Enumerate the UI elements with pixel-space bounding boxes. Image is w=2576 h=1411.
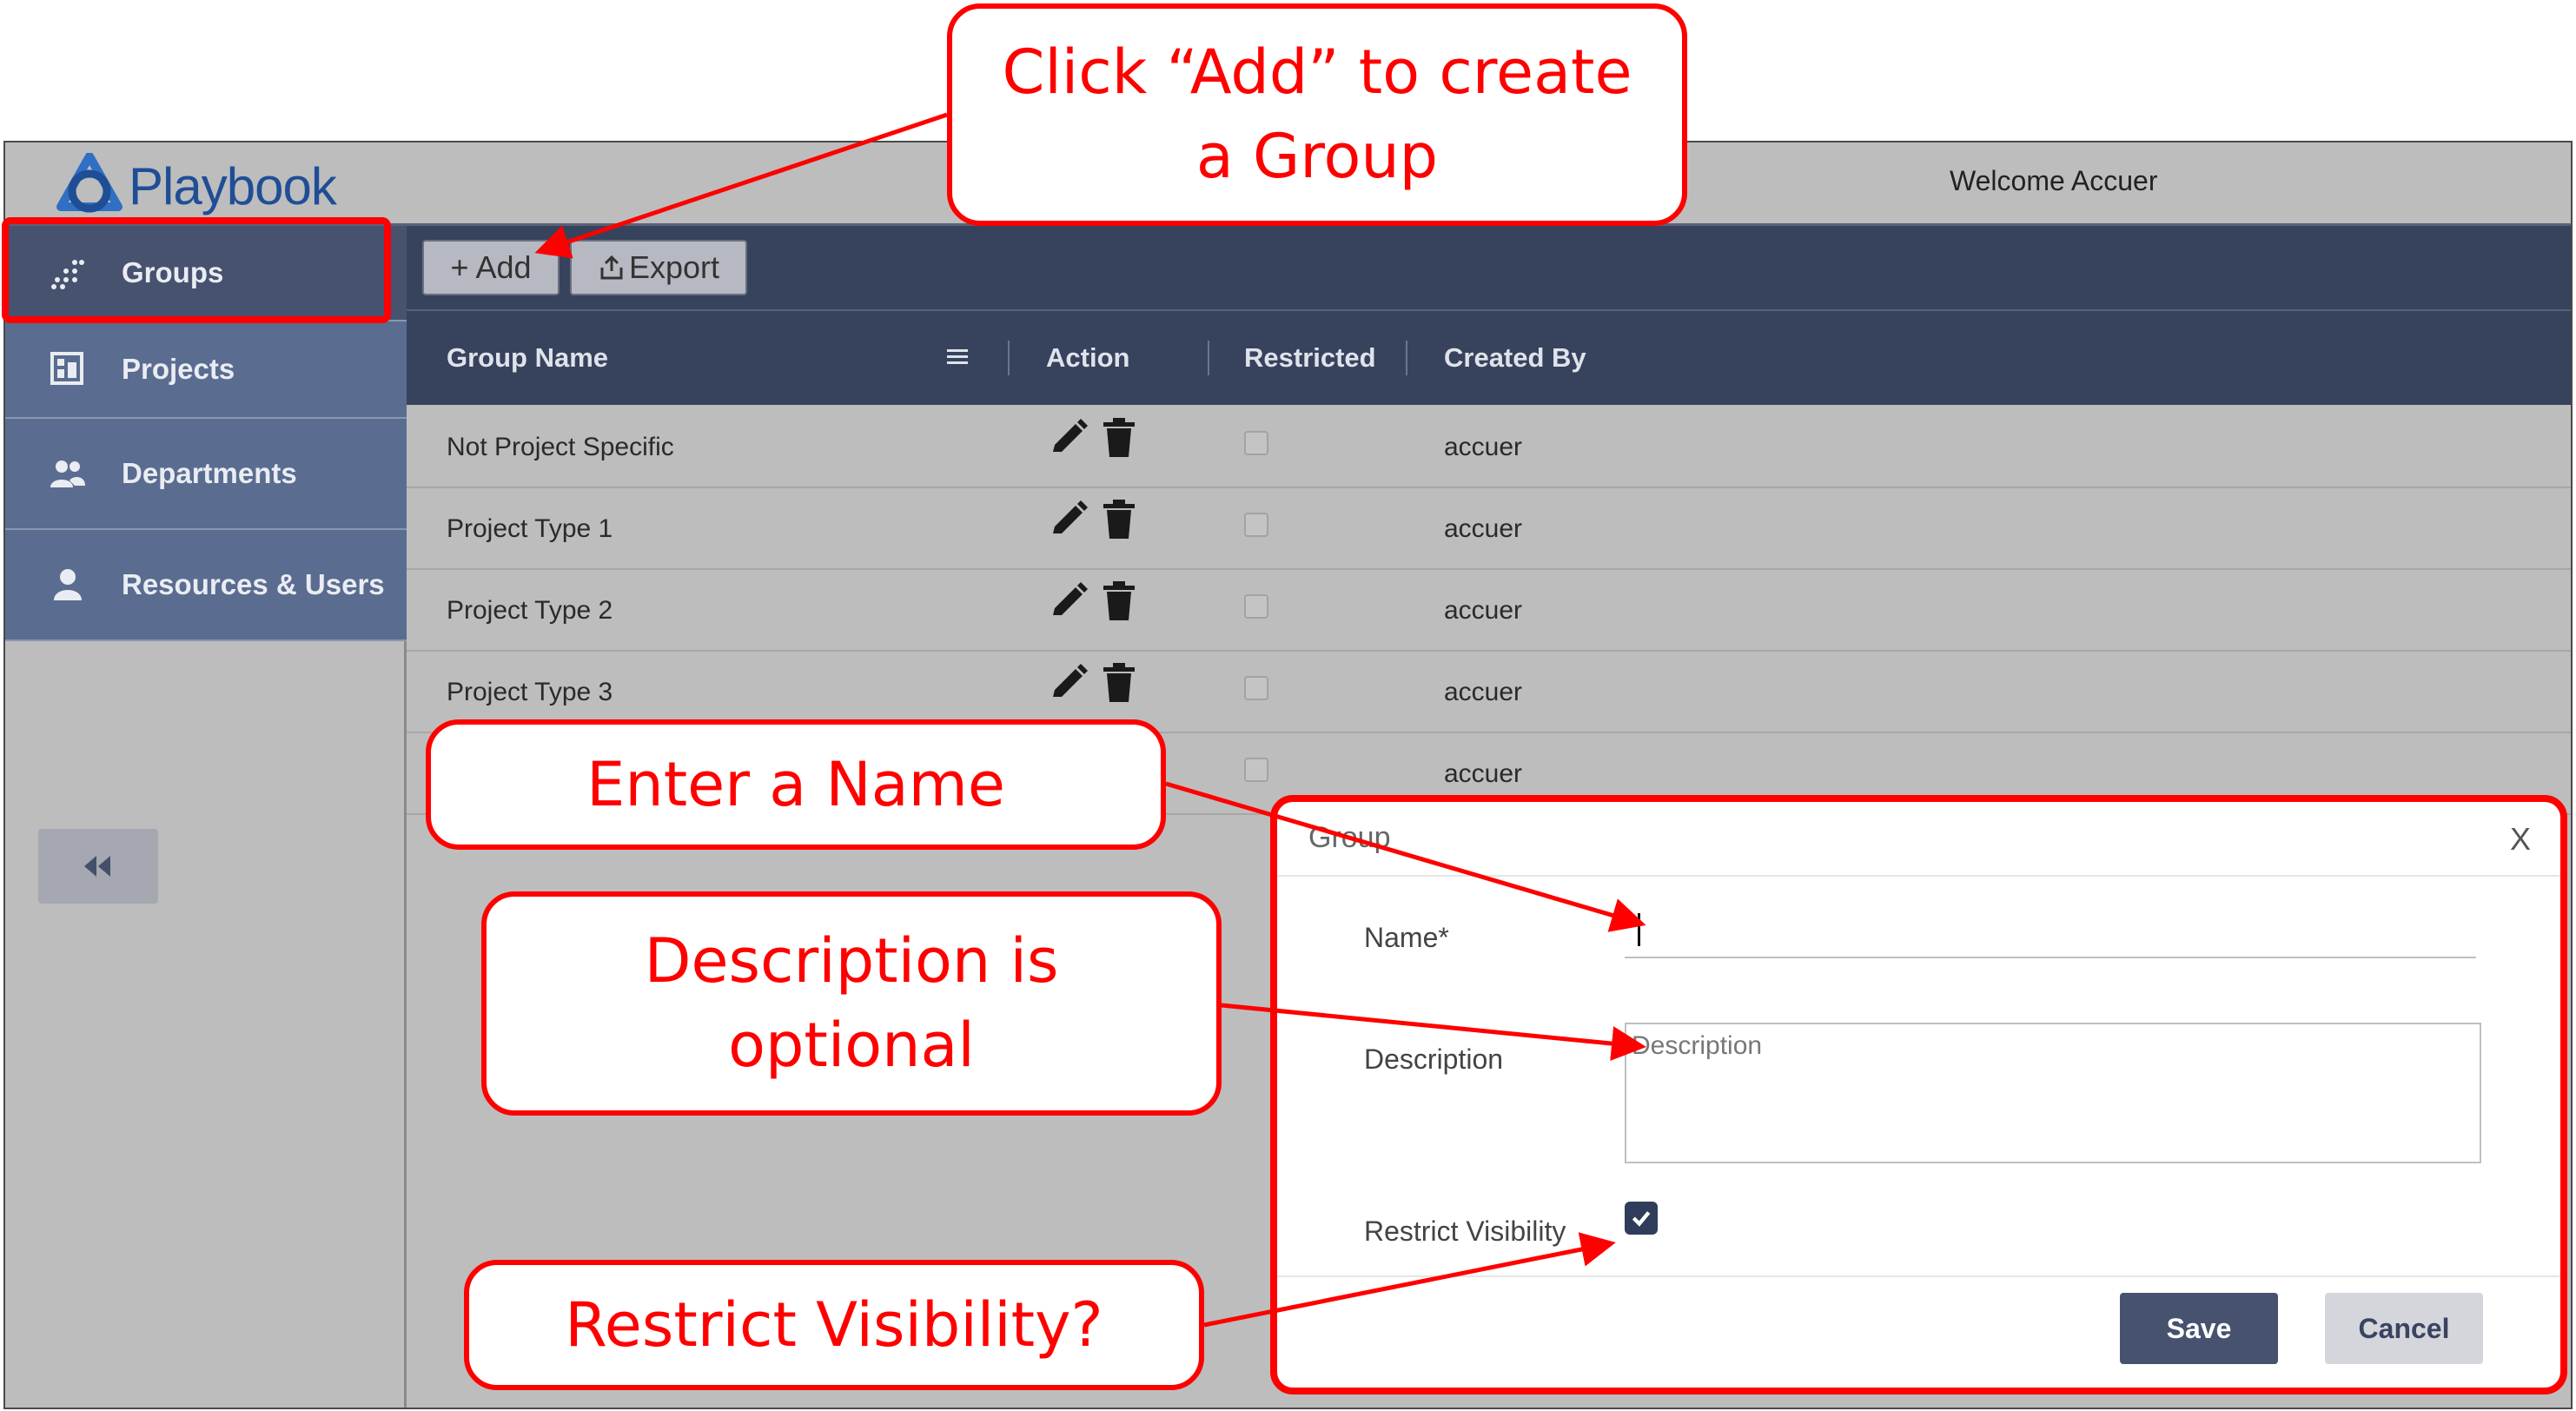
restricted-checkbox: [1244, 758, 1268, 782]
export-label: Export: [628, 249, 720, 285]
group-name-cell: Project Type 3: [447, 678, 613, 706]
name-label: Name*: [1364, 922, 1449, 953]
created-by-cell: accuer: [1444, 678, 1523, 706]
dialog-divider: [1277, 875, 2560, 877]
name-input[interactable]: [1625, 906, 2476, 958]
column-menu-icon[interactable]: [947, 346, 968, 367]
projects-icon: [49, 350, 87, 388]
dialog-footer-divider: [1277, 1275, 2560, 1277]
callout-add-line2: a Group: [1195, 121, 1439, 192]
collapse-sidebar-button[interactable]: [38, 829, 158, 904]
group-name-cell: Project Type 1: [447, 514, 613, 543]
callout-description: Description is optional: [481, 891, 1222, 1116]
column-header-restricted[interactable]: Restricted: [1244, 342, 1376, 374]
table-row[interactable]: Not Project Specific accuer: [407, 407, 2571, 488]
callout-add: Click “Add” to create a Group: [947, 3, 1687, 226]
edit-pencil-icon[interactable]: [1048, 580, 1089, 622]
table-row[interactable]: Project Type 1 accuer: [407, 488, 2571, 570]
group-name-cell: Not Project Specific: [447, 433, 674, 461]
row-actions: [1048, 417, 1161, 462]
created-by-cell: accuer: [1444, 596, 1523, 625]
delete-trash-icon[interactable]: [1102, 417, 1136, 459]
description-textarea[interactable]: [1625, 1023, 2481, 1163]
column-header-group-name[interactable]: Group Name: [447, 342, 608, 374]
double-chevron-left-icon: [84, 856, 110, 877]
sidebar-item-resources-users[interactable]: Resources & Users: [5, 530, 407, 641]
group-dialog: Group X Name* Description Restrict Visib…: [1270, 795, 2567, 1394]
restricted-checkbox: [1244, 594, 1268, 619]
row-actions: [1048, 499, 1161, 544]
description-label: Description: [1364, 1043, 1504, 1075]
close-icon[interactable]: X: [2510, 821, 2531, 858]
sidebar: Groups Projects Departments Resources & …: [5, 226, 407, 1408]
table-header: Group Name Action Restricted Created By: [407, 309, 2571, 405]
callout-desc-line1: Description is: [644, 925, 1059, 997]
toolbar: + Add Export: [407, 226, 2571, 309]
restricted-checkbox: [1244, 676, 1268, 700]
created-by-cell: accuer: [1444, 433, 1523, 461]
table-row[interactable]: Project Type 2 accuer: [407, 570, 2571, 652]
edit-pencil-icon[interactable]: [1048, 417, 1089, 459]
restricted-checkbox: [1244, 431, 1268, 455]
callout-restrict: Restrict Visibility?: [464, 1260, 1204, 1390]
sidebar-item-label: Resources & Users: [122, 568, 385, 600]
callout-desc-line2: optional: [728, 1010, 975, 1081]
checkmark-icon: [1632, 1211, 1651, 1227]
cancel-button[interactable]: Cancel: [2325, 1293, 2483, 1364]
sidebar-item-label: Departments: [122, 457, 297, 489]
row-actions: [1048, 662, 1161, 707]
sidebar-item-projects[interactable]: Projects: [5, 321, 407, 419]
brand-name: Playbook: [129, 156, 337, 215]
restricted-checkbox: [1244, 513, 1268, 537]
group-name-cell: Project Type 2: [447, 596, 613, 625]
edit-pencil-icon[interactable]: [1048, 662, 1089, 704]
export-icon: [600, 255, 623, 280]
column-separator: [1406, 341, 1407, 375]
dialog-title: Group: [1308, 821, 1391, 854]
welcome-text: Welcome Accuer: [1950, 165, 2158, 196]
created-by-cell: accuer: [1444, 759, 1523, 788]
add-button[interactable]: + Add: [422, 240, 560, 295]
restrict-visibility-checkbox[interactable]: [1625, 1202, 1658, 1235]
text-cursor: [1638, 913, 1640, 946]
delete-trash-icon[interactable]: [1102, 662, 1136, 704]
column-separator: [1008, 341, 1010, 375]
row-actions: [1048, 580, 1161, 626]
sidebar-item-label: Projects: [122, 353, 235, 385]
delete-trash-icon[interactable]: [1102, 499, 1136, 540]
callout-name: Enter a Name: [426, 719, 1166, 850]
edit-pencil-icon[interactable]: [1048, 499, 1089, 540]
sidebar-item-departments[interactable]: Departments: [5, 419, 407, 530]
departments-icon: [49, 454, 87, 493]
playbook-logo-icon: [56, 153, 123, 213]
callout-add-line1: Click “Add” to create: [1002, 36, 1632, 109]
column-header-created-by[interactable]: Created By: [1444, 342, 1586, 374]
restrict-visibility-label: Restrict Visibility: [1364, 1216, 1566, 1247]
save-button[interactable]: Save: [2120, 1293, 2278, 1364]
export-button[interactable]: Export: [570, 240, 747, 295]
logo[interactable]: Playbook: [54, 153, 337, 219]
user-icon: [49, 566, 87, 604]
groups-highlight-box: [2, 217, 391, 323]
column-separator: [1208, 341, 1209, 375]
created-by-cell: accuer: [1444, 514, 1523, 543]
delete-trash-icon[interactable]: [1102, 580, 1136, 622]
column-header-action[interactable]: Action: [1046, 342, 1129, 374]
